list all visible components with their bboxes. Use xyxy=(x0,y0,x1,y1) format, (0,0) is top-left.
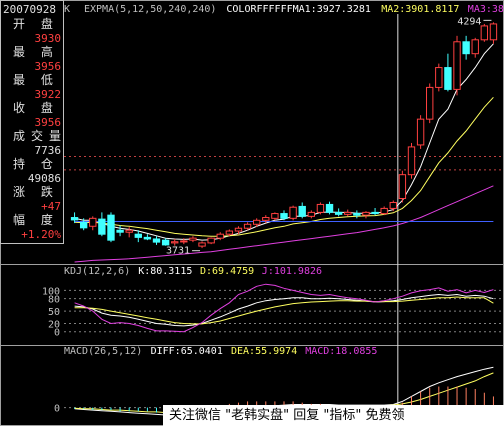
info-value: +47 xyxy=(41,200,61,213)
candle-body xyxy=(116,229,124,233)
candle-body xyxy=(471,39,479,55)
info-value: 49086 xyxy=(27,172,61,185)
candle-body xyxy=(98,218,106,235)
candle-body xyxy=(89,217,97,227)
candle-body xyxy=(171,241,179,244)
legend-entry: K:80.3115 xyxy=(138,266,192,277)
candle-body xyxy=(380,207,388,215)
candle-body xyxy=(462,41,470,55)
candle-body xyxy=(435,67,443,88)
candle-body xyxy=(79,221,88,229)
candle-body xyxy=(426,86,434,120)
info-value: 7736 xyxy=(34,144,62,157)
tick-label: 0 xyxy=(54,328,60,339)
legend-entry: MA2:3901.8117 xyxy=(381,4,459,15)
legend-entry: MACD:18.0855 xyxy=(305,346,377,357)
candle-body xyxy=(416,118,425,146)
candle-body xyxy=(107,214,115,241)
legend-entry: MACD(26,5,12) xyxy=(64,346,142,357)
candle-body xyxy=(189,237,197,241)
candle-body xyxy=(180,240,188,243)
legend-entry: D:69.4759 xyxy=(200,266,254,277)
candle-body xyxy=(389,201,397,209)
tick-label: 50 xyxy=(48,307,60,318)
info-value: 3930 xyxy=(34,32,62,45)
series-line-k xyxy=(74,293,494,327)
info-label: 幅 度 xyxy=(13,213,59,227)
tick-label: 80 xyxy=(48,295,60,306)
info-value: 3922 xyxy=(34,88,62,101)
candle-body xyxy=(234,227,243,232)
candle-body xyxy=(198,242,206,247)
candle-body xyxy=(271,213,279,219)
outer-frame xyxy=(0,0,504,426)
candle-body xyxy=(289,206,297,219)
legend-entry: COLORFFFFFFMA1:3927.3281 xyxy=(226,4,371,15)
candle-body xyxy=(298,205,306,217)
info-date: 20070928 xyxy=(3,3,56,16)
legend-entry: DEA:55.9974 xyxy=(231,346,297,357)
tick-label: 0 xyxy=(54,404,60,415)
candle-body xyxy=(480,25,489,41)
series-line-j xyxy=(74,283,494,333)
info-value: 3956 xyxy=(34,60,62,73)
info-value: 3956 xyxy=(34,116,62,129)
candle-body xyxy=(307,211,316,217)
high-annotation: 4294 xyxy=(457,16,481,27)
candle-body xyxy=(444,67,452,90)
low-annotation: 3731 xyxy=(166,246,190,257)
info-label: 成交量 xyxy=(13,129,68,143)
info-label: 最 低 xyxy=(13,73,59,87)
legend-entry: KDJ(12,2,6) xyxy=(64,266,130,277)
candle-body xyxy=(344,211,352,215)
candle-body xyxy=(134,233,142,238)
info-value: +1.20% xyxy=(21,228,61,241)
candle-body xyxy=(489,23,498,41)
info-label: 持 仓 xyxy=(13,157,59,171)
quote-info-panel: 20070928 开 盘 3930 最 高 3956 最 低 3922 收 盘 3956 成交量… xyxy=(0,0,64,244)
info-label: 最 高 xyxy=(13,45,59,59)
candle-body xyxy=(216,233,224,239)
candle-body xyxy=(262,217,270,221)
chart-canvas: 42943731K EXPMA(5,12,50,240,240) COLORFFFF… xyxy=(0,0,504,426)
series-line-ma3 xyxy=(74,185,494,263)
candle-body xyxy=(207,237,215,244)
legend-entry: DIFF:65.0401 xyxy=(151,346,223,357)
candle-body xyxy=(280,213,288,219)
wechat-watermark: 关注微信 "老韩实盘" 回复 "指标" 免费领 xyxy=(163,405,504,426)
candle-body xyxy=(398,174,407,199)
info-label: 收 盘 xyxy=(13,101,59,115)
candle-body xyxy=(161,239,170,246)
candle-body xyxy=(152,238,161,243)
candle-body xyxy=(125,229,133,233)
candle-body xyxy=(225,230,234,235)
candle-body xyxy=(353,213,361,216)
legend-entry: EXPMA(5,12,50,240,240) xyxy=(84,4,216,15)
info-label: 涨 跌 xyxy=(13,185,59,199)
candle-body xyxy=(371,211,379,215)
info-label: 开 盘 xyxy=(13,17,59,31)
candle-body xyxy=(243,223,252,229)
legend-entry: J:101.9826 xyxy=(262,266,322,277)
candle-body xyxy=(252,219,261,225)
candle-body xyxy=(316,203,325,213)
candle-body xyxy=(407,146,416,176)
candle-body xyxy=(325,203,334,213)
candle-body xyxy=(362,211,370,216)
series-line-d xyxy=(74,296,494,325)
stock-chart-stage: 4294 3731 K EXPMA(5,12,50,240,240) COLORFFFF… xyxy=(0,0,504,426)
legend-entry: MA3:380 xyxy=(468,4,504,15)
candle-body xyxy=(334,211,343,215)
candle-body xyxy=(453,41,461,90)
candle-body xyxy=(143,236,152,240)
